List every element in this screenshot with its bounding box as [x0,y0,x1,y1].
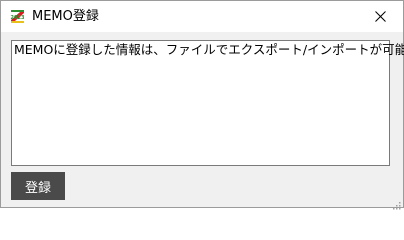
resize-grip-icon[interactable] [391,195,401,210]
app-icon-year: 2023 [11,15,25,21]
close-icon [374,11,386,22]
app-icon: 2023 [9,8,26,25]
memo-text: MEMOに登録した情報は、ファイルでエクスポート/インポートが可能 [14,42,404,58]
memo-textarea[interactable]: MEMOに登録した情報は、ファイルでエクスポート/インポートが可能 [11,40,404,166]
title-bar[interactable]: 2023 MEMO登録 [1,1,403,32]
close-button[interactable] [357,1,403,32]
register-button[interactable]: 登録 [11,172,65,200]
memo-register-window: 2023 MEMO登録 MEMOに登録した情報は、ファイルでエクスポート/インポ… [0,0,404,210]
window-title: MEMO登録 [32,9,99,24]
memo-value: MEMOに登録した情報は、ファイルでエクスポート/インポートが可能 [14,42,404,57]
